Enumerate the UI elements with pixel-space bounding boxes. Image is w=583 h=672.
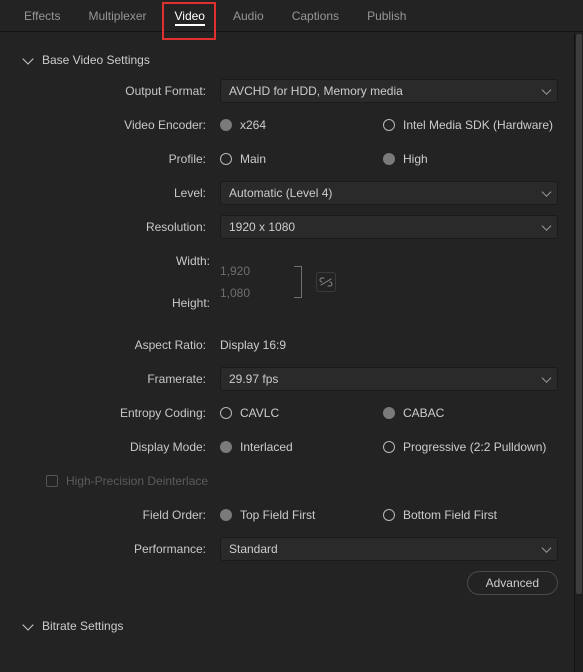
label-width: Width: [176,254,210,268]
radio-field-bottom[interactable]: Bottom Field First [383,508,497,522]
radio-label: High [403,152,428,166]
tab-audio[interactable]: Audio [219,0,278,32]
radio-icon [383,407,395,419]
chain-broken-icon [319,277,333,287]
scrollbar-thumb[interactable] [576,34,582,594]
label-height: Height: [172,296,210,310]
radio-icon [220,153,232,165]
aspect-ratio-value: Display 16:9 [220,338,286,352]
radio-label: x264 [240,118,266,132]
radio-label: Main [240,152,266,166]
label-deinterlace: High-Precision Deinterlace [66,474,208,488]
link-dimensions-icon[interactable] [316,272,336,292]
radio-field-top[interactable]: Top Field First [220,508,375,522]
tab-effects[interactable]: Effects [10,0,74,32]
section-title: Bitrate Settings [42,619,123,633]
input-height[interactable]: 1,080 [220,286,286,300]
radio-label: CABAC [403,406,444,420]
label-output-format: Output Format: [16,84,220,98]
button-label: Advanced [486,576,539,590]
vertical-scrollbar[interactable] [575,33,583,672]
radio-icon [220,407,232,419]
label-performance: Performance: [16,542,220,556]
radio-profile-high[interactable]: High [383,152,428,166]
tab-bar: Effects Multiplexer Video Audio Captions… [0,0,583,32]
label-profile: Profile: [16,152,220,166]
radio-icon [383,119,395,131]
label-field-order: Field Order: [16,508,220,522]
label-video-encoder: Video Encoder: [16,118,220,132]
radio-label: Interlaced [240,440,293,454]
radio-profile-main[interactable]: Main [220,152,375,166]
select-value: Automatic (Level 4) [229,186,332,200]
radio-label: Top Field First [240,508,315,522]
label-level: Level: [16,186,220,200]
link-bracket-icon [294,266,302,298]
radio-display-interlaced[interactable]: Interlaced [220,440,375,454]
radio-label: Intel Media SDK (Hardware) [403,118,553,132]
radio-label: Progressive (2:2 Pulldown) [403,440,546,454]
select-output-format[interactable]: AVCHD for HDD, Memory media [220,79,558,103]
label-aspect-ratio: Aspect Ratio: [16,338,220,352]
label-resolution: Resolution: [16,220,220,234]
label-entropy-coding: Entropy Coding: [16,406,220,420]
tab-video[interactable]: Video [161,0,219,32]
radio-icon [220,119,232,131]
settings-body: Base Video Settings Output Format: AVCHD… [0,33,575,672]
section-base-video-settings[interactable]: Base Video Settings [24,47,558,79]
chevron-down-icon [22,53,33,64]
tab-multiplexer[interactable]: Multiplexer [74,0,160,32]
section-title: Base Video Settings [42,53,150,67]
tab-captions[interactable]: Captions [278,0,353,32]
label-framerate: Framerate: [16,372,220,386]
radio-encoder-intel[interactable]: Intel Media SDK (Hardware) [383,118,553,132]
label-display-mode: Display Mode: [16,440,220,454]
select-value: Standard [229,542,278,556]
input-width[interactable]: 1,920 [220,264,286,278]
radio-icon [383,153,395,165]
radio-entropy-cavlc[interactable]: CAVLC [220,406,375,420]
radio-label: Bottom Field First [403,508,497,522]
checkbox-deinterlace [46,475,58,487]
radio-display-progressive[interactable]: Progressive (2:2 Pulldown) [383,440,546,454]
advanced-button[interactable]: Advanced [467,571,558,595]
select-performance[interactable]: Standard [220,537,558,561]
select-resolution[interactable]: 1920 x 1080 [220,215,558,239]
tab-publish[interactable]: Publish [353,0,420,32]
section-bitrate-settings[interactable]: Bitrate Settings [24,613,558,633]
radio-icon [220,509,232,521]
radio-label: CAVLC [240,406,279,420]
select-framerate[interactable]: 29.97 fps [220,367,558,391]
select-level[interactable]: Automatic (Level 4) [220,181,558,205]
select-value: 29.97 fps [229,372,278,386]
select-value: 1920 x 1080 [229,220,295,234]
radio-icon [383,441,395,453]
radio-entropy-cabac[interactable]: CABAC [383,406,444,420]
radio-icon [383,509,395,521]
chevron-down-icon [22,619,33,630]
radio-icon [220,441,232,453]
select-value: AVCHD for HDD, Memory media [229,84,403,98]
radio-encoder-x264[interactable]: x264 [220,118,375,132]
